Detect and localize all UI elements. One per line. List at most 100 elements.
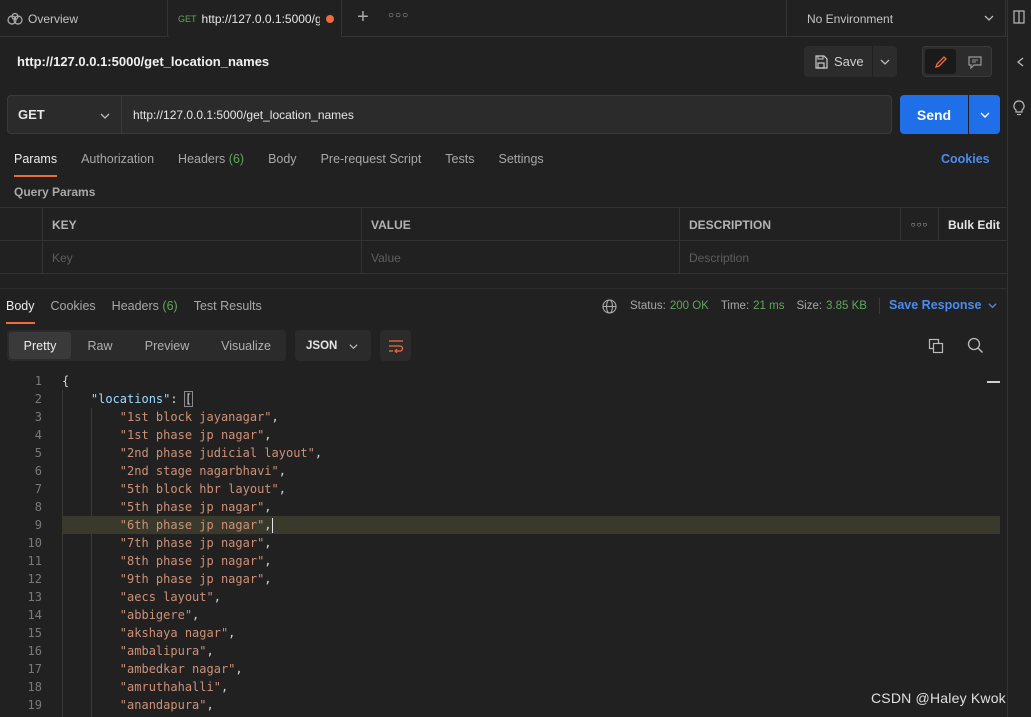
url-input[interactable]: http://127.0.0.1:5000/get_location_names bbox=[122, 95, 892, 134]
tab-headers[interactable]: Headers (6) bbox=[178, 152, 244, 176]
code-text: "2nd phase judicial layout", bbox=[119, 446, 323, 460]
chevron-down-icon bbox=[880, 59, 890, 65]
tab-label: Tests bbox=[445, 152, 475, 166]
response-tabs: Body Cookies Headers (6) Test Results bbox=[6, 299, 278, 324]
chevron-down-icon bbox=[984, 15, 994, 21]
tab-overview[interactable]: Overview bbox=[0, 0, 168, 37]
code-line: 6 "2nd stage nagarbhavi", bbox=[0, 462, 1000, 480]
column-key-header: KEY bbox=[42, 208, 361, 241]
tab-active-request[interactable]: GET http://127.0.0.1:5000/get_location_n… bbox=[169, 0, 342, 37]
tab-tests[interactable]: Tests bbox=[445, 152, 474, 176]
query-params-heading: Query Params bbox=[14, 185, 96, 199]
tab-strip: Overview GET http://127.0.0.1:5000/get_l… bbox=[0, 0, 1031, 37]
tab-response-body[interactable]: Body bbox=[6, 299, 35, 324]
size-value[interactable]: 3.85 KB bbox=[826, 300, 867, 312]
edit-mode-button[interactable] bbox=[925, 49, 956, 74]
param-value-input[interactable]: Value bbox=[361, 241, 679, 274]
save-response-label: Save Response bbox=[889, 298, 982, 312]
tab-label: Params bbox=[14, 152, 58, 166]
code-line: 12 "9th phase jp nagar", bbox=[0, 570, 1000, 588]
tab-settings[interactable]: Settings bbox=[498, 152, 543, 176]
save-response-button[interactable]: Save Response bbox=[889, 298, 998, 312]
bulk-edit-button[interactable]: Bulk Edit bbox=[938, 208, 1007, 241]
tab-params[interactable]: Params bbox=[14, 152, 58, 177]
code-text: "abbigere", bbox=[119, 608, 200, 622]
copy-icon[interactable] bbox=[928, 338, 944, 354]
tab-pre-request-script[interactable]: Pre-request Script bbox=[321, 152, 422, 176]
save-button[interactable]: Save bbox=[804, 46, 872, 77]
right-sidebar bbox=[1007, 0, 1031, 717]
new-tab-button[interactable]: + bbox=[352, 6, 374, 30]
param-key-input[interactable]: Key bbox=[42, 241, 361, 274]
wrap-lines-button[interactable] bbox=[380, 330, 411, 361]
lightbulb-icon[interactable] bbox=[1012, 100, 1026, 116]
view-visualize-button[interactable]: Visualize bbox=[207, 332, 285, 359]
code-text: "7th phase jp nagar", bbox=[119, 536, 272, 550]
status-value[interactable]: 200 OK bbox=[670, 300, 709, 312]
line-number: 8 bbox=[34, 500, 42, 514]
tab-label: Settings bbox=[498, 152, 544, 166]
line-number: 13 bbox=[27, 590, 42, 604]
status-label: Status: bbox=[630, 300, 666, 312]
line-number: 4 bbox=[34, 428, 42, 442]
code-line: 17 "ambedkar nagar", bbox=[0, 660, 1000, 678]
tab-body[interactable]: Body bbox=[268, 152, 297, 176]
send-dropdown-button[interactable] bbox=[969, 95, 1000, 134]
comments-button[interactable] bbox=[959, 49, 990, 74]
environment-select[interactable]: No Environment bbox=[786, 0, 1006, 37]
line-number: 16 bbox=[27, 644, 42, 658]
param-description-input[interactable]: Description bbox=[679, 241, 1007, 274]
environment-label: No Environment bbox=[807, 11, 894, 26]
line-number: 11 bbox=[27, 554, 42, 568]
overview-icon bbox=[7, 12, 23, 25]
tab-test-results[interactable]: Test Results bbox=[194, 299, 262, 323]
view-preview-button[interactable]: Preview bbox=[131, 332, 203, 359]
line-number: 15 bbox=[27, 626, 42, 640]
code-line: 10 "7th phase jp nagar", bbox=[0, 534, 1000, 552]
tab-response-cookies[interactable]: Cookies bbox=[51, 299, 96, 323]
line-number: 9 bbox=[34, 518, 42, 532]
tab-response-headers[interactable]: Headers (6) bbox=[112, 299, 178, 323]
response-body-editor[interactable]: 1{2 "locations": [3 "1st block jayanagar… bbox=[0, 372, 1007, 717]
tab-method-label: GET bbox=[178, 13, 197, 24]
comment-icon bbox=[967, 55, 982, 69]
save-button-label: Save bbox=[834, 54, 864, 69]
scrollbar-marker[interactable] bbox=[987, 381, 1000, 383]
code-line: 18 "amruthahalli", bbox=[0, 678, 1000, 696]
tab-label: Test Results bbox=[193, 299, 262, 313]
send-button[interactable]: Send bbox=[900, 95, 968, 134]
cookies-link[interactable]: Cookies bbox=[941, 152, 990, 166]
response-view-mode-group: Pretty Raw Preview Visualize bbox=[7, 330, 286, 361]
format-select[interactable]: JSON bbox=[295, 330, 371, 361]
view-raw-button[interactable]: Raw bbox=[73, 332, 127, 359]
request-title[interactable]: http://127.0.0.1:5000/get_location_names bbox=[17, 54, 269, 69]
code-icon[interactable] bbox=[1015, 56, 1027, 68]
more-options-icon[interactable]: ○○○ bbox=[900, 208, 938, 241]
column-description-header: DESCRIPTION bbox=[679, 208, 900, 241]
search-icon[interactable] bbox=[967, 337, 984, 354]
tab-label: Body bbox=[268, 152, 297, 166]
watermark: CSDN @Haley Kwok bbox=[871, 690, 1006, 706]
line-number: 2 bbox=[34, 392, 42, 406]
tab-authorization[interactable]: Authorization bbox=[81, 152, 154, 176]
tab-label: Headers bbox=[111, 299, 159, 313]
line-number: 10 bbox=[27, 536, 42, 550]
chevron-down-icon bbox=[988, 302, 998, 308]
line-number: 14 bbox=[27, 608, 42, 622]
line-number: 18 bbox=[27, 680, 42, 694]
size-label: Size: bbox=[796, 300, 823, 312]
tab-label: Authorization bbox=[81, 152, 155, 166]
time-label: Time: bbox=[720, 300, 750, 312]
environment-quick-look-icon[interactable] bbox=[1012, 10, 1026, 24]
code-text: "1st block jayanagar", bbox=[119, 410, 279, 424]
line-number: 1 bbox=[34, 374, 42, 388]
code-text: "akshaya nagar", bbox=[119, 626, 236, 640]
view-pretty-button[interactable]: Pretty bbox=[9, 332, 71, 359]
more-tabs-icon[interactable]: ○○○ bbox=[388, 10, 409, 21]
globe-icon[interactable] bbox=[602, 298, 617, 314]
save-dropdown-button[interactable] bbox=[873, 46, 897, 77]
tab-url-label: http://127.0.0.1:5000/get_location_names bbox=[201, 11, 320, 26]
time-value[interactable]: 21 ms bbox=[753, 300, 784, 312]
method-select[interactable]: GET bbox=[7, 95, 122, 134]
pencil-icon bbox=[934, 55, 947, 68]
